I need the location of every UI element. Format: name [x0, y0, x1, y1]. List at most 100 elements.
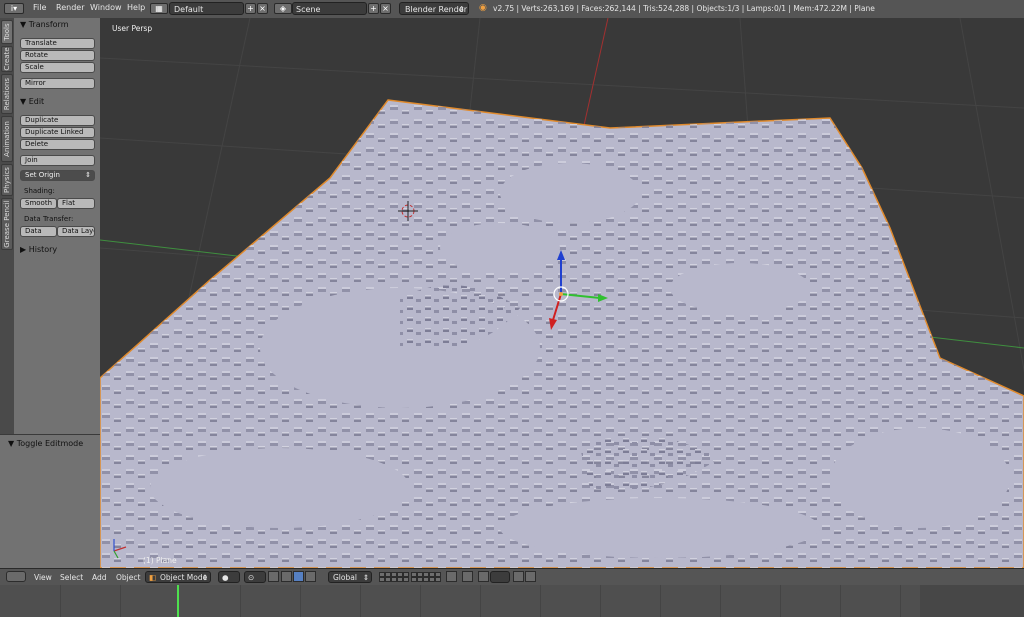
menu-object[interactable]: Object	[116, 573, 140, 582]
chevron-updown-icon: ⇕	[362, 573, 369, 582]
duplicate-linked-button[interactable]: Duplicate Linked	[20, 127, 95, 138]
scale-button[interactable]: Scale	[20, 62, 95, 73]
timeline-tick	[420, 585, 421, 617]
viewport-canvas[interactable]	[100, 18, 1024, 568]
timeline-tick	[120, 585, 121, 617]
translate-manipulator-icon[interactable]	[281, 571, 292, 582]
join-button[interactable]: Join	[20, 155, 95, 166]
add-screen-button[interactable]: +	[245, 3, 256, 14]
tab-animation[interactable]: Animation	[1, 116, 13, 162]
toggle-editmode-label: Toggle Editmode	[16, 439, 84, 448]
transform-header-label: Transform	[28, 20, 69, 29]
chevron-updown-icon: ⇕	[458, 5, 465, 14]
timeline-tick	[780, 585, 781, 617]
menu-select[interactable]: Select	[60, 573, 83, 582]
current-frame-cursor[interactable]	[177, 585, 179, 617]
menu-window[interactable]: Window	[90, 3, 122, 12]
menu-view[interactable]: View	[34, 573, 52, 582]
mirror-button[interactable]: Mirror	[20, 78, 95, 89]
interaction-mode-select[interactable]: ◧ Object Mode ⇕	[145, 571, 211, 583]
active-object-label: (1) Plane	[143, 556, 177, 565]
duplicate-button[interactable]: Duplicate	[20, 115, 95, 126]
history-panel-header[interactable]: ▶ History	[20, 245, 57, 254]
tab-relations-label: Relations	[3, 77, 11, 111]
viewport-shading-select[interactable]: ●	[218, 571, 240, 583]
delete-button[interactable]: Delete	[20, 139, 95, 150]
remove-screen-button[interactable]: ×	[257, 3, 268, 14]
interaction-mode-label: Object Mode	[160, 573, 208, 582]
render-engine-select[interactable]: Blender Render ⇕	[399, 2, 469, 15]
history-header-label: History	[28, 245, 58, 254]
opengl-render-animation-icon[interactable]	[525, 571, 536, 582]
transform-panel-header[interactable]: ▼ Transform	[20, 20, 69, 29]
flat-button[interactable]: Flat	[57, 198, 95, 209]
3d-view-header: View Select Add Object ◧ Object Mode ⇕ ●…	[0, 568, 1024, 586]
scene-field[interactable]: Scene	[292, 2, 367, 15]
pivot-icon: ⊙	[248, 573, 255, 582]
view-label: User Persp	[112, 24, 153, 33]
opengl-render-image-icon[interactable]	[513, 571, 524, 582]
blender-logo-icon: ◉	[479, 3, 487, 13]
timeline-tick	[660, 585, 661, 617]
menu-help[interactable]: Help	[127, 3, 145, 12]
remove-scene-button[interactable]: ×	[380, 3, 391, 14]
data-layout-button[interactable]: Data Layo	[57, 226, 95, 237]
operator-panel: ▼ Toggle Editmode	[0, 434, 100, 569]
layer-button[interactable]	[435, 577, 441, 582]
add-scene-button[interactable]: +	[368, 3, 379, 14]
pivot-point-select[interactable]: ⊙	[244, 571, 266, 583]
smooth-button[interactable]: Smooth	[20, 198, 57, 209]
data-transfer-label: Data Transfer:	[24, 215, 74, 223]
scene-stats: v2.75 | Verts:263,169 | Faces:262,144 | …	[493, 4, 875, 13]
timeline-tick	[720, 585, 721, 617]
tab-create[interactable]: Create	[1, 46, 13, 72]
snap-toggle-icon[interactable]	[478, 571, 489, 582]
transform-orientation-select[interactable]: Global ⇕	[328, 571, 372, 583]
tab-physics[interactable]: Physics	[1, 164, 13, 196]
lock-layers-icon[interactable]	[446, 571, 457, 582]
snap-element-select[interactable]	[490, 571, 510, 583]
object-mode-icon: ◧	[149, 573, 157, 582]
timeline-tick	[240, 585, 241, 617]
timeline-tick	[840, 585, 841, 617]
menu-add[interactable]: Add	[92, 573, 107, 582]
tab-tools-label: Tools	[3, 23, 11, 41]
set-origin-menu[interactable]: Set Origin ⇕	[20, 170, 95, 181]
timeline-area[interactable]	[0, 585, 1024, 617]
proportional-edit-icon[interactable]	[462, 571, 473, 582]
layer-button[interactable]	[403, 577, 409, 582]
data-transfer-button[interactable]: Data	[20, 226, 57, 237]
rotate-manipulator-icon[interactable]	[293, 571, 304, 582]
manipulator-toggle-icon[interactable]	[268, 571, 279, 582]
rotate-button[interactable]: Rotate	[20, 50, 95, 61]
timeline-tick	[600, 585, 601, 617]
translate-button[interactable]: Translate	[20, 38, 95, 49]
scene-icon[interactable]: ◈	[274, 3, 292, 14]
timeline-tick	[60, 585, 61, 617]
info-header: i▾ File Render Window Help ▦ Default + ×…	[0, 0, 1024, 19]
timeline-tick	[360, 585, 361, 617]
set-origin-label: Set Origin	[25, 171, 60, 179]
tab-grease-pencil-label: Grease Pencil	[3, 200, 11, 248]
tab-grease-pencil[interactable]: Grease Pencil	[1, 198, 13, 250]
timeline-tick	[900, 585, 901, 617]
tool-shelf: ▼ Transform Translate Rotate Scale Mirro…	[14, 18, 100, 434]
3d-viewport[interactable]: User Persp (1) Plane	[100, 18, 1024, 568]
edit-panel-header[interactable]: ▼ Edit	[20, 97, 44, 106]
menu-file[interactable]: File	[33, 3, 46, 12]
tab-create-label: Create	[3, 47, 11, 71]
menu-render[interactable]: Render	[56, 3, 84, 12]
tab-tools[interactable]: Tools	[1, 20, 13, 44]
chevron-updown-icon: ⇕	[85, 171, 91, 179]
timeline-tick	[300, 585, 301, 617]
screen-layout-field[interactable]: Default	[169, 2, 244, 15]
toggle-editmode-panel-header[interactable]: ▼ Toggle Editmode	[8, 439, 83, 448]
shading-label: Shading:	[24, 187, 55, 195]
terrain-mesh[interactable]	[100, 99, 1024, 568]
screen-layout-icon[interactable]: ▦	[150, 3, 168, 14]
scale-manipulator-icon[interactable]	[305, 571, 316, 582]
timeline-frame-range	[0, 585, 920, 617]
editor-type-3d-view-button[interactable]	[6, 571, 26, 582]
tab-relations[interactable]: Relations	[1, 74, 13, 114]
editor-type-info-button[interactable]: i▾	[4, 3, 24, 14]
